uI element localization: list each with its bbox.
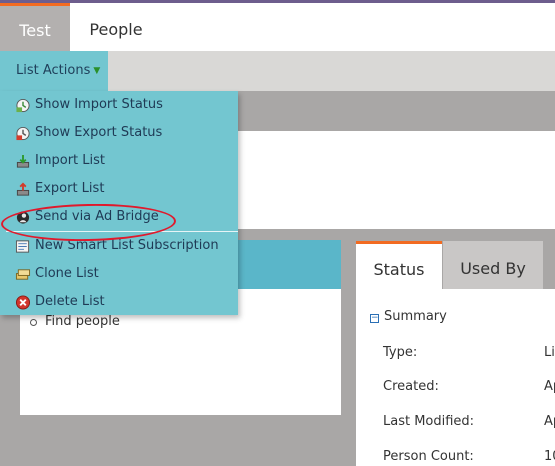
tab-status[interactable]: Status bbox=[356, 241, 442, 289]
field-label-last-modified: Last Modified: bbox=[383, 414, 475, 429]
menu-item-delete-list[interactable]: Delete List bbox=[0, 288, 238, 316]
import-status-icon bbox=[16, 98, 30, 113]
import-list-icon bbox=[16, 154, 30, 168]
menu-item-label: Import List bbox=[35, 153, 106, 168]
main-tab-bar: Test People bbox=[0, 3, 555, 51]
content-band bbox=[238, 91, 555, 131]
collapse-icon: − bbox=[370, 313, 379, 323]
clone-icon bbox=[15, 269, 31, 280]
menu-item-import-list[interactable]: Import List bbox=[0, 147, 238, 175]
field-value-last-modified: Ap bbox=[544, 414, 555, 429]
export-list-icon bbox=[16, 182, 30, 196]
field-label-person-count: Person Count: bbox=[383, 449, 474, 464]
menu-item-clone-list[interactable]: Clone List bbox=[0, 260, 238, 288]
field-value-type: Li bbox=[544, 345, 555, 360]
chevron-down-icon: ▼ bbox=[93, 66, 101, 76]
delete-icon bbox=[15, 295, 31, 310]
menu-item-show-export-status[interactable]: Show Export Status bbox=[0, 119, 238, 147]
list-actions-button[interactable]: List Actions ▼ bbox=[0, 51, 108, 91]
field-label-created: Created: bbox=[383, 379, 439, 394]
list-header-panel bbox=[238, 131, 555, 229]
menu-item-label: Show Import Status bbox=[35, 97, 163, 112]
list-actions-label: List Actions bbox=[16, 63, 91, 78]
tab-test[interactable]: Test bbox=[0, 3, 70, 51]
summary-label: Summary bbox=[384, 309, 447, 324]
menu-item-export-list[interactable]: Export List bbox=[0, 175, 238, 203]
tab-people[interactable]: People bbox=[70, 3, 162, 51]
export-status-icon bbox=[16, 126, 30, 141]
field-value-person-count: 10 bbox=[544, 449, 555, 464]
status-panel: Status Used By − Summary Type: Li Created… bbox=[356, 241, 555, 466]
status-body: −Summary Type: Li Created: Ap Last Modif… bbox=[356, 289, 555, 466]
subscription-icon bbox=[15, 240, 30, 253]
menu-item-label: Export List bbox=[35, 181, 105, 196]
menu-item-show-import-status[interactable]: Show Import Status bbox=[0, 91, 238, 119]
field-value-created: Ap bbox=[544, 379, 555, 394]
menu-item-label: Clone List bbox=[35, 266, 99, 281]
menu-item-label: Delete List bbox=[35, 294, 105, 309]
menu-item-label: Show Export Status bbox=[35, 125, 163, 140]
summary-toggle[interactable]: − Summary bbox=[370, 309, 447, 324]
field-label-type: Type: bbox=[383, 345, 418, 360]
tab-used-by[interactable]: Used By bbox=[443, 241, 543, 289]
status-tab-bar: Status Used By bbox=[356, 241, 555, 289]
list-actions-menu: Show Import Status Show Export Status Im… bbox=[0, 91, 238, 315]
